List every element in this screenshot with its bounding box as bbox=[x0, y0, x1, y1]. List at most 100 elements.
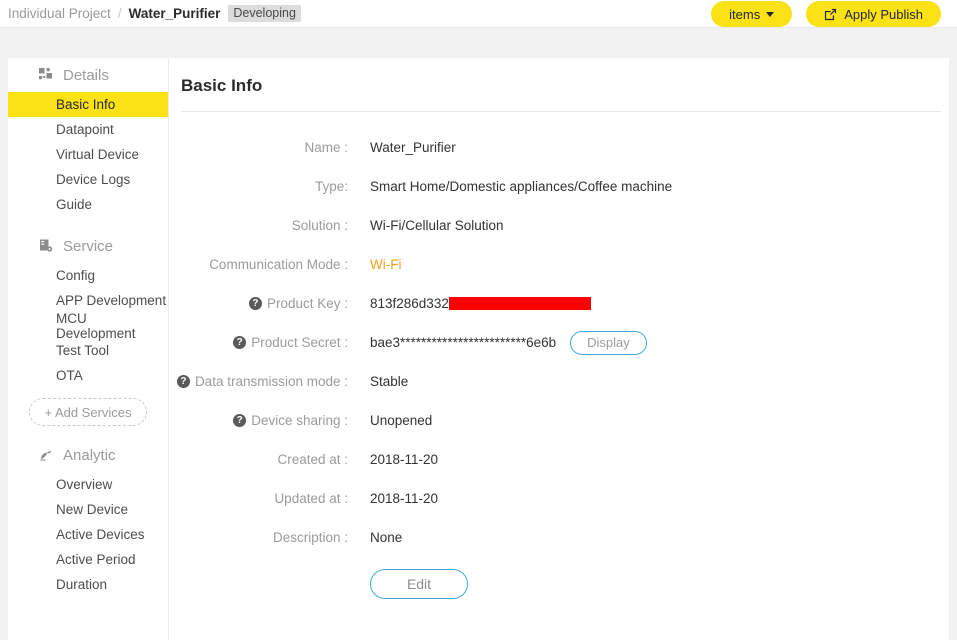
display-secret-button[interactable]: Display bbox=[570, 331, 647, 355]
sidebar-item-label: Device Logs bbox=[56, 172, 130, 187]
sidebar-item-overview[interactable]: Overview bbox=[8, 472, 168, 497]
sidebar-item-label: Virtual Device bbox=[56, 147, 139, 162]
sidebar-group-service-label: Service bbox=[63, 238, 113, 255]
items-dropdown-label: items bbox=[729, 7, 760, 22]
sidebar-group-analytic-label: Analytic bbox=[63, 447, 116, 464]
apply-publish-button[interactable]: Apply Publish bbox=[806, 1, 941, 27]
field-label: Created at : bbox=[169, 452, 354, 467]
top-bar: Individual Project / Water_Purifier Deve… bbox=[0, 0, 957, 28]
field-label-product-secret: ? Product Secret : bbox=[169, 335, 354, 350]
field-value-data-transmission-mode: Stable bbox=[370, 374, 408, 389]
product-secret-masked: bae3************************6e6b bbox=[370, 335, 556, 350]
sidebar-item-label: Overview bbox=[56, 477, 112, 492]
field-label: Communication Mode : bbox=[169, 257, 354, 272]
field-row-description: Description : None bbox=[169, 518, 949, 557]
external-link-icon bbox=[824, 8, 837, 21]
field-value-product-secret: bae3************************6e6b Display bbox=[370, 331, 647, 355]
field-value-device-sharing: Unopened bbox=[370, 413, 432, 428]
breadcrumb-root[interactable]: Individual Project bbox=[8, 6, 111, 21]
field-value-updated-at: 2018-11-20 bbox=[370, 491, 438, 506]
field-value-description: None bbox=[370, 530, 402, 545]
sidebar-item-label: Duration bbox=[56, 577, 107, 592]
field-row-product-key: ? Product Key : 813f286d332 bbox=[169, 284, 949, 323]
field-label-text: Product Key : bbox=[267, 296, 348, 311]
grid-icon bbox=[38, 67, 54, 83]
breadcrumb: Individual Project / Water_Purifier Deve… bbox=[0, 5, 301, 23]
add-services-button[interactable]: + Add Services bbox=[29, 398, 147, 426]
sidebar-spacer bbox=[8, 217, 168, 229]
sidebar-spacer bbox=[8, 426, 168, 438]
sidebar-group-service: Service bbox=[8, 229, 168, 263]
sidebar: Details Basic Info Datapoint Virtual Dev… bbox=[8, 58, 169, 640]
top-bar-actions: items Apply Publish bbox=[711, 0, 941, 28]
sidebar-item-new-device[interactable]: New Device bbox=[8, 497, 168, 522]
chevron-down-icon bbox=[766, 12, 774, 17]
items-dropdown-button[interactable]: items bbox=[711, 1, 792, 27]
field-row-created-at: Created at : 2018-11-20 bbox=[169, 440, 949, 479]
sidebar-item-ota[interactable]: OTA bbox=[8, 363, 168, 388]
help-icon[interactable]: ? bbox=[233, 336, 246, 349]
field-row-updated-at: Updated at : 2018-11-20 bbox=[169, 479, 949, 518]
sidebar-item-config[interactable]: Config bbox=[8, 263, 168, 288]
apply-publish-label: Apply Publish bbox=[844, 7, 923, 22]
field-label-device-sharing: ? Device sharing : bbox=[169, 413, 354, 428]
content-panel: Basic Info Name : Water_Purifier Type: S… bbox=[169, 58, 949, 640]
server-gear-icon bbox=[38, 238, 54, 254]
sidebar-item-duration[interactable]: Duration bbox=[8, 572, 168, 597]
field-label-text: Data transmission mode : bbox=[195, 374, 348, 389]
page-body: Details Basic Info Datapoint Virtual Dev… bbox=[0, 28, 957, 640]
breadcrumb-current: Water_Purifier bbox=[129, 6, 221, 21]
sidebar-group-analytic: Analytic bbox=[8, 438, 168, 472]
sidebar-item-label: Config bbox=[56, 268, 95, 283]
field-value-solution: Wi-Fi/Cellular Solution bbox=[370, 218, 504, 233]
help-icon[interactable]: ? bbox=[177, 375, 190, 388]
page-title: Basic Info bbox=[169, 58, 949, 96]
field-label: Description : bbox=[169, 530, 354, 545]
sidebar-item-active-devices[interactable]: Active Devices bbox=[8, 522, 168, 547]
sidebar-item-label: OTA bbox=[56, 368, 83, 383]
field-row-device-sharing: ? Device sharing : Unopened bbox=[169, 401, 949, 440]
field-value-communication-mode: Wi-Fi bbox=[370, 257, 401, 272]
sidebar-item-label: Guide bbox=[56, 197, 92, 212]
help-icon[interactable]: ? bbox=[249, 297, 262, 310]
help-icon[interactable]: ? bbox=[233, 414, 246, 427]
sidebar-group-details-label: Details bbox=[63, 67, 109, 84]
field-value-name: Water_Purifier bbox=[370, 140, 456, 155]
sidebar-item-label: Active Devices bbox=[56, 527, 145, 542]
sidebar-item-guide[interactable]: Guide bbox=[8, 192, 168, 217]
status-badge: Developing bbox=[228, 5, 301, 23]
breadcrumb-separator: / bbox=[118, 6, 122, 21]
sidebar-item-label: MCU Development bbox=[56, 311, 168, 341]
field-label: Name : bbox=[169, 140, 354, 155]
sidebar-item-label: Active Period bbox=[56, 552, 136, 567]
field-row-type: Type: Smart Home/Domestic appliances/Cof… bbox=[169, 167, 949, 206]
sidebar-item-active-period[interactable]: Active Period bbox=[8, 547, 168, 572]
sidebar-item-mcu-development[interactable]: MCU Development bbox=[8, 313, 168, 338]
sidebar-item-app-development[interactable]: APP Development bbox=[8, 288, 168, 313]
field-label-product-key: ? Product Key : bbox=[169, 296, 354, 311]
analytics-icon bbox=[38, 447, 54, 463]
field-label: Type: bbox=[169, 179, 354, 194]
sidebar-item-virtual-device[interactable]: Virtual Device bbox=[8, 142, 168, 167]
sidebar-item-basic-info[interactable]: Basic Info bbox=[8, 92, 168, 117]
field-value-created-at: 2018-11-20 bbox=[370, 452, 438, 467]
field-value-product-key: 813f286d332 bbox=[370, 296, 591, 311]
field-label: Solution : bbox=[169, 218, 354, 233]
field-label-text: Device sharing : bbox=[251, 413, 348, 428]
field-label-data-transmission-mode: ? Data transmission mode : bbox=[169, 374, 354, 389]
sidebar-item-test-tool[interactable]: Test Tool bbox=[8, 338, 168, 363]
field-row-communication-mode: Communication Mode : Wi-Fi bbox=[169, 245, 949, 284]
field-label: Updated at : bbox=[169, 491, 354, 506]
redaction-bar bbox=[449, 297, 591, 310]
sidebar-item-device-logs[interactable]: Device Logs bbox=[8, 167, 168, 192]
sidebar-item-label: New Device bbox=[56, 502, 128, 517]
field-value-type: Smart Home/Domestic appliances/Coffee ma… bbox=[370, 179, 672, 194]
field-row-solution: Solution : Wi-Fi/Cellular Solution bbox=[169, 206, 949, 245]
add-services-container: + Add Services bbox=[8, 398, 168, 426]
field-row-name: Name : Water_Purifier bbox=[169, 128, 949, 167]
edit-button[interactable]: Edit bbox=[370, 569, 468, 599]
sidebar-group-details: Details bbox=[8, 58, 168, 92]
basic-info-form: Name : Water_Purifier Type: Smart Home/D… bbox=[169, 112, 949, 611]
edit-button-row: Edit bbox=[169, 557, 949, 611]
sidebar-item-datapoint[interactable]: Datapoint bbox=[8, 117, 168, 142]
